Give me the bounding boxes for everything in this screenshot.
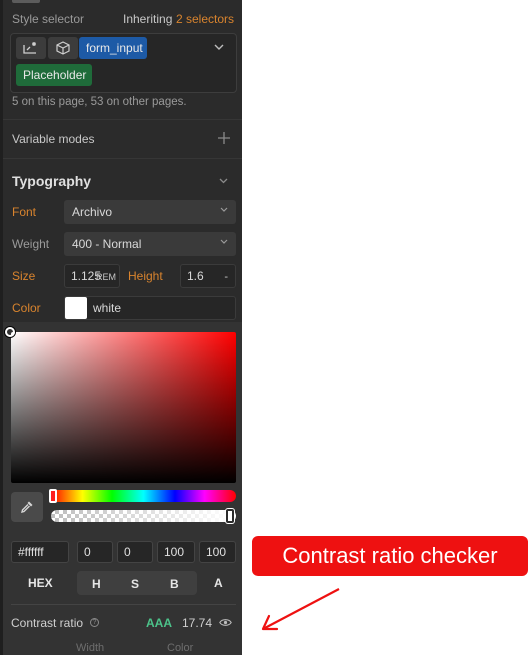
font-label: Font <box>12 205 37 219</box>
eye-icon[interactable] <box>219 618 232 627</box>
chevron-down-icon <box>220 207 228 212</box>
color-swatch[interactable] <box>65 297 87 319</box>
divider <box>3 119 242 120</box>
alpha-value: 100 <box>206 545 227 559</box>
typography-heading: Typography <box>12 173 92 189</box>
eyedropper-icon <box>21 501 33 513</box>
mode-hex-button[interactable]: HEX <box>28 577 53 589</box>
height-label: Height <box>128 269 163 283</box>
help-icon[interactable]: ? <box>90 618 99 627</box>
size-label: Size <box>12 269 36 283</box>
style-selector-label: Style selector <box>12 12 85 26</box>
weight-value: 400 - Normal <box>72 237 142 251</box>
mode-s-button[interactable]: S <box>131 577 139 591</box>
variable-modes-label: Variable modes <box>12 132 95 146</box>
add-state-button[interactable] <box>16 37 46 59</box>
hex-input[interactable]: #ffffff <box>11 541 69 563</box>
footer-width-label: Width <box>76 642 105 654</box>
inheriting-label: Inheriting <box>123 12 173 26</box>
footer-color-label: Color <box>167 642 194 654</box>
height-unit[interactable]: - <box>224 271 228 283</box>
inheriting-count-link[interactable]: 2 selectors <box>176 13 234 25</box>
chevron-down-icon <box>220 239 228 244</box>
eyedropper-button[interactable] <box>11 492 43 522</box>
annotation-callout: Contrast ratio checker <box>252 536 528 576</box>
hue-slider[interactable] <box>51 490 236 502</box>
state-icon <box>23 42 36 54</box>
saturation-brightness-area[interactable] <box>11 332 236 483</box>
help-glyph: ? <box>92 619 97 626</box>
contrast-grade-badge: AAA <box>146 616 172 630</box>
mode-b-button[interactable]: B <box>170 577 179 591</box>
alpha-handle[interactable] <box>226 509 234 523</box>
chevron-down-icon[interactable] <box>214 44 224 51</box>
size-input[interactable]: 1.125 REM <box>64 264 120 288</box>
mode-a-button[interactable]: A <box>214 577 223 589</box>
height-value: 1.6 <box>187 269 204 283</box>
cube-icon <box>56 41 70 55</box>
color-input[interactable]: white <box>64 296 236 320</box>
weight-select[interactable]: 400 - Normal <box>64 232 236 256</box>
saturation-input[interactable]: 0 <box>117 541 153 563</box>
hue-input[interactable]: 0 <box>77 541 113 563</box>
color-value: white <box>93 301 122 315</box>
contrast-ratio-label: Contrast ratio <box>11 616 84 630</box>
brightness-input[interactable]: 100 <box>157 541 195 563</box>
font-select[interactable]: Archivo <box>64 200 236 224</box>
hue-handle[interactable] <box>49 489 57 503</box>
size-unit[interactable]: REM <box>96 272 116 282</box>
hex-value: #ffffff <box>18 545 44 559</box>
font-value: Archivo <box>72 205 113 219</box>
panel-tab-indicator <box>12 0 40 3</box>
style-panel: Style selector Inheriting 2 selectors fo… <box>0 0 242 655</box>
divider <box>11 604 236 605</box>
hue-value: 0 <box>84 545 91 559</box>
weight-label: Weight <box>12 237 50 251</box>
collapse-chevron-icon[interactable] <box>219 178 228 184</box>
saturation-value: 0 <box>124 545 131 559</box>
annotation-arrow-icon <box>261 588 340 631</box>
mode-h-button[interactable]: H <box>92 577 101 591</box>
alpha-input[interactable]: 100 <box>199 541 236 563</box>
divider <box>3 158 242 159</box>
component-button[interactable] <box>48 37 78 59</box>
annotation-text: Contrast ratio checker <box>282 543 498 568</box>
usage-note: 5 on this page, 53 on other pages. <box>12 96 187 108</box>
class-chip-form-input[interactable]: form_input <box>79 37 147 59</box>
alpha-slider[interactable] <box>51 510 236 522</box>
color-label: Color <box>12 301 41 315</box>
class-chip-placeholder[interactable]: Placeholder <box>16 64 92 86</box>
add-icon[interactable] <box>218 132 230 144</box>
line-height-input[interactable]: 1.6 - <box>180 264 236 288</box>
brightness-value: 100 <box>164 545 185 559</box>
contrast-ratio-value: 17.74 <box>182 616 213 630</box>
saturation-handle[interactable] <box>5 327 15 337</box>
